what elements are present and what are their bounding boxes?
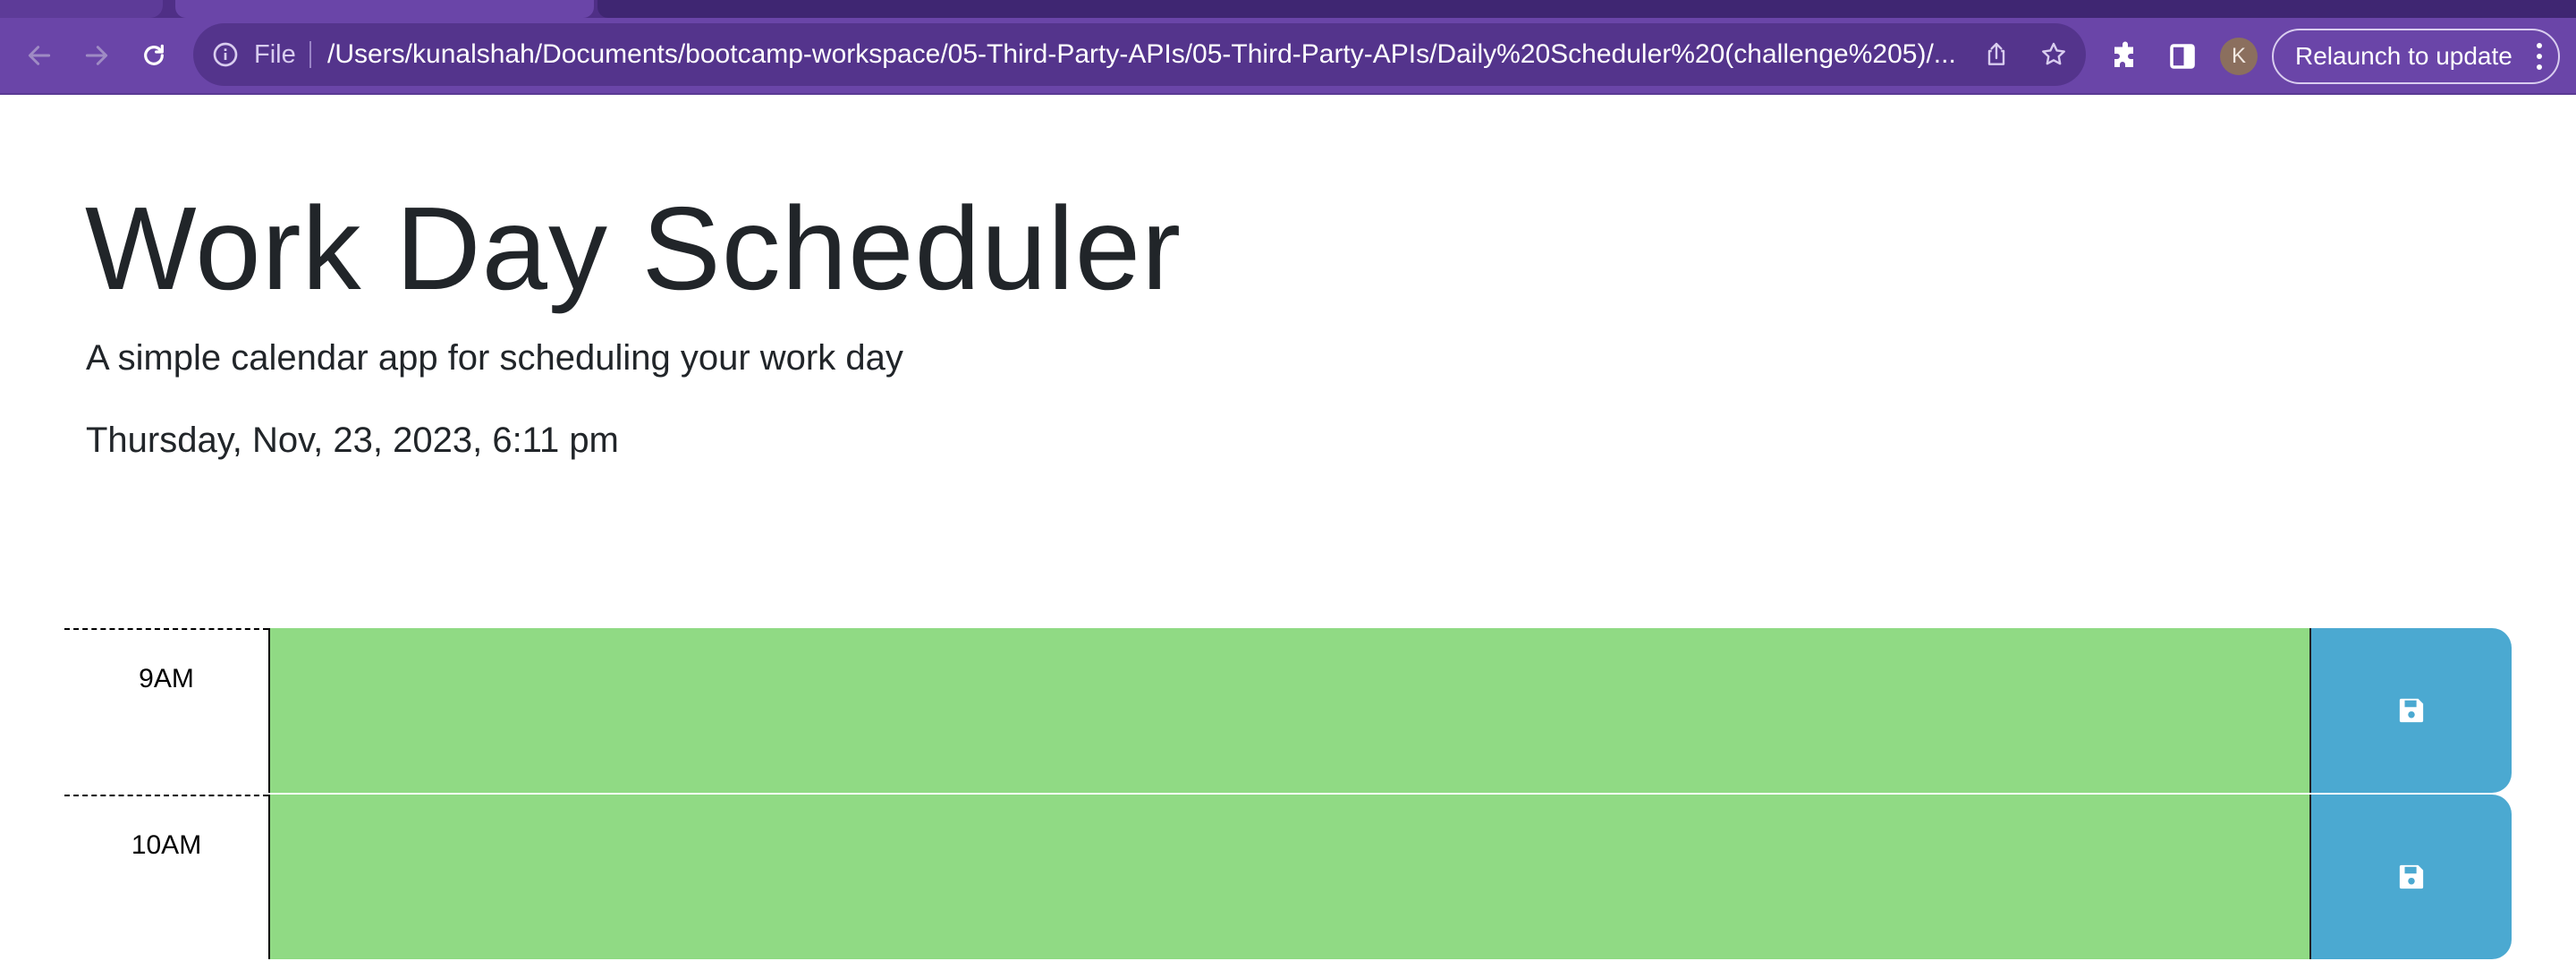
forward-arrow-icon	[85, 46, 108, 65]
hour-label: 10AM	[64, 795, 268, 961]
relaunch-label: Relaunch to update	[2295, 42, 2512, 70]
back-button[interactable]	[20, 36, 59, 75]
time-block-row: 10AM	[64, 795, 2512, 961]
save-icon	[2399, 698, 2424, 723]
extensions-puzzle-icon[interactable]	[2109, 40, 2141, 72]
forward-button[interactable]	[77, 36, 116, 75]
hour-label: 9AM	[64, 628, 268, 795]
reload-icon	[144, 44, 164, 65]
event-textarea[interactable]	[268, 795, 2309, 959]
event-textarea[interactable]	[268, 628, 2309, 793]
time-block-row: 9AM	[64, 628, 2512, 795]
bookmark-star-icon[interactable]	[2039, 40, 2068, 69]
address-bar[interactable]: File /Users/kunalshah/Documents/bootcamp…	[193, 23, 2086, 86]
info-icon[interactable]	[211, 40, 240, 69]
profile-avatar[interactable]: K	[2220, 38, 2258, 75]
browser-chrome: File /Users/kunalshah/Documents/bootcamp…	[0, 0, 2576, 95]
current-datetime: Thursday, Nov, 23, 2023, 6:11 pm	[86, 421, 619, 460]
url-text[interactable]: /Users/kunalshah/Documents/bootcamp-work…	[327, 23, 1973, 86]
more-menu-icon[interactable]	[2535, 30, 2544, 82]
side-panel-icon[interactable]	[2166, 40, 2199, 72]
save-icon	[2399, 864, 2424, 889]
save-button[interactable]	[2309, 628, 2512, 793]
tab-next[interactable]	[597, 0, 2576, 18]
browser-toolbar: File /Users/kunalshah/Documents/bootcamp…	[0, 18, 2576, 95]
tab-active[interactable]	[175, 0, 594, 18]
address-separator	[309, 41, 311, 68]
back-arrow-icon	[28, 46, 51, 65]
url-scheme-label: File	[254, 40, 296, 69]
relaunch-to-update-button[interactable]: Relaunch to update	[2272, 29, 2560, 84]
save-button[interactable]	[2309, 795, 2512, 959]
page-content: Work Day Scheduler A simple calendar app…	[0, 95, 2576, 959]
tab-previous[interactable]	[0, 0, 163, 18]
share-icon[interactable]	[1982, 40, 2011, 69]
reload-button[interactable]	[134, 36, 174, 75]
tab-strip	[0, 0, 2576, 18]
page-subtitle: A simple calendar app for scheduling you…	[86, 338, 903, 378]
page-title: Work Day Scheduler	[85, 183, 1182, 314]
